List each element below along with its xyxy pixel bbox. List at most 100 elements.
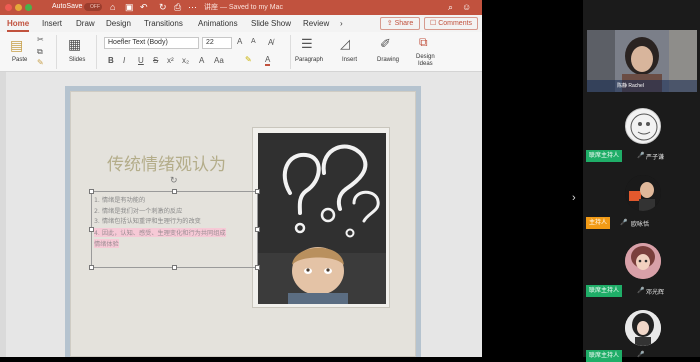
co-host-badge: 联席主持人: [586, 350, 623, 362]
insert-shapes-icon[interactable]: ◿: [340, 36, 350, 52]
cut-icon[interactable]: ✂: [37, 35, 44, 44]
speaker-name: 陈静 Rachel: [617, 83, 644, 89]
tab-slide-show[interactable]: Slide Show: [251, 19, 291, 28]
avatar: [625, 108, 661, 144]
tab-animations[interactable]: Animations: [198, 19, 238, 28]
design-ideas-label: Ideas: [418, 61, 433, 67]
tab-review[interactable]: Review: [303, 19, 329, 28]
participant-name: 邓光辉: [646, 290, 665, 296]
undo-icon[interactable]: ↶: [140, 1, 148, 13]
expand-panel-chevron-icon[interactable]: ›: [572, 192, 576, 204]
ribbon-separator: [96, 35, 97, 69]
design-ideas-label: Design: [416, 54, 435, 60]
smiley-icon[interactable]: ☺: [462, 1, 471, 13]
document-title: 讲座 — Saved to my Mac: [204, 4, 283, 11]
rotate-handle-icon[interactable]: ↻: [170, 175, 178, 186]
close-window-button[interactable]: [5, 4, 12, 11]
font-name-select[interactable]: Hoefler Text (Body): [104, 37, 199, 49]
tab-transitions[interactable]: Transitions: [144, 19, 183, 28]
font-color-icon[interactable]: A: [265, 55, 271, 66]
resize-handle[interactable]: [255, 265, 260, 270]
home-icon[interactable]: ⌂: [110, 1, 115, 13]
co-host-badge: 联席主持人: [586, 285, 623, 297]
bold-button[interactable]: B: [108, 56, 114, 65]
bullet-item: 2. 情绪是我们对一个刺激的反应: [94, 208, 183, 215]
bullet-item: 1. 情绪是有功能的: [94, 197, 146, 204]
text-effects-icon[interactable]: A: [199, 56, 204, 65]
italic-button[interactable]: I: [123, 56, 125, 65]
format-painter-icon[interactable]: ✎: [37, 58, 44, 67]
minimize-window-button[interactable]: [15, 4, 22, 11]
speaker-name-bar: 陈静 Rachel: [587, 80, 697, 92]
ribbon-home: ▤ Paste ✂ ⧉ ✎ ▦ Slides Hoefler Text (Bod…: [0, 32, 482, 72]
slide-title[interactable]: 传统情绪观认为: [107, 150, 226, 175]
participant-name: 欧咏恬: [631, 222, 650, 228]
mic-muted-icon: 🎤: [620, 220, 628, 226]
save-icon[interactable]: ▣: [125, 1, 134, 13]
avatar: [625, 243, 661, 279]
avatar: [625, 310, 661, 346]
font-increase-button[interactable]: A: [237, 37, 242, 46]
print-icon[interactable]: ⎙: [174, 1, 181, 13]
avatar-image: [625, 243, 661, 279]
highlight-color-icon[interactable]: ✎: [245, 55, 252, 64]
powerpoint-window: AutoSave OFF ⌂ ▣ ↶ ↻ ⎙ ⋯ 讲座 — Saved to m…: [0, 0, 482, 357]
paste-label: Paste: [12, 57, 28, 63]
change-case-icon[interactable]: Aa: [214, 56, 224, 65]
underline-button[interactable]: U: [138, 56, 144, 65]
autosave-toggle[interactable]: OFF: [84, 3, 102, 11]
tab-draw[interactable]: Draw: [76, 19, 95, 28]
copy-icon[interactable]: ⧉: [37, 47, 43, 57]
ribbon-separator: [290, 35, 291, 69]
chalkboard-illustration: [258, 133, 386, 304]
design-ideas-icon[interactable]: ⧉: [419, 35, 428, 50]
resize-handle[interactable]: [255, 189, 260, 194]
tab-home[interactable]: Home: [7, 19, 29, 28]
drawing-label: Drawing: [377, 57, 400, 63]
superscript-icon[interactable]: x²: [167, 56, 174, 65]
avatar: [625, 175, 661, 211]
resize-handle[interactable]: [172, 265, 177, 270]
insert-label: Insert: [342, 57, 358, 63]
host-badge: 主持人: [586, 217, 611, 229]
co-host-badge: 联席主持人: [586, 150, 623, 162]
mic-muted-icon: 🎤: [637, 288, 645, 294]
paste-icon[interactable]: ▤: [10, 37, 23, 54]
comments-label: Comments: [438, 20, 473, 27]
share-button[interactable]: ⇪ Share: [380, 17, 420, 30]
resize-handle[interactable]: [255, 227, 260, 232]
clear-formatting-icon[interactable]: A̸: [268, 38, 273, 47]
comments-button[interactable]: ☐ Comments: [424, 17, 478, 30]
tab-design[interactable]: Design: [106, 19, 131, 28]
avatar-image: [625, 175, 661, 211]
font-size-select[interactable]: 22: [202, 37, 232, 49]
share-label: Share: [394, 20, 414, 27]
slides-label: Slides: [69, 57, 86, 63]
strikethrough-button[interactable]: S: [153, 56, 158, 65]
resize-handle[interactable]: [89, 265, 94, 270]
more-icon[interactable]: ⋯: [188, 1, 197, 13]
autosave-label: AutoSave: [52, 3, 83, 10]
drawing-icon[interactable]: ✐: [380, 36, 391, 52]
resize-handle[interactable]: [89, 189, 94, 194]
subscript-icon[interactable]: x₂: [182, 56, 189, 65]
search-icon[interactable]: ⌕: [448, 1, 453, 13]
ribbon-separator: [56, 35, 57, 69]
paragraph-icon[interactable]: ☰: [301, 36, 313, 52]
font-decrease-button[interactable]: A: [251, 38, 256, 45]
title-bar: AutoSave OFF ⌂ ▣ ↶ ↻ ⎙ ⋯ 讲座 — Saved to m…: [0, 0, 482, 15]
bullet-item-highlighted: 4. 因此，认知、感受、生理变化和行为共同组成: [94, 228, 226, 237]
slide-thumbnail-pane[interactable]: [0, 72, 6, 357]
bullet-item: 3. 情绪包括认知重评和生理行为的改变: [94, 218, 201, 225]
more-tabs-chevron-icon[interactable]: ›: [340, 19, 343, 28]
avatar-image: [625, 310, 661, 346]
bullet-item-highlighted: 情绪体验: [94, 239, 119, 248]
tab-insert[interactable]: Insert: [42, 19, 62, 28]
paragraph-label: Paragraph: [295, 57, 324, 63]
redo-icon[interactable]: ↻: [159, 1, 167, 13]
new-slide-icon[interactable]: ▦: [68, 36, 81, 53]
screen-share-gap: [482, 0, 583, 357]
maximize-window-button[interactable]: [25, 4, 32, 11]
resize-handle[interactable]: [172, 189, 177, 194]
question-marks-boy-image[interactable]: [258, 133, 386, 304]
